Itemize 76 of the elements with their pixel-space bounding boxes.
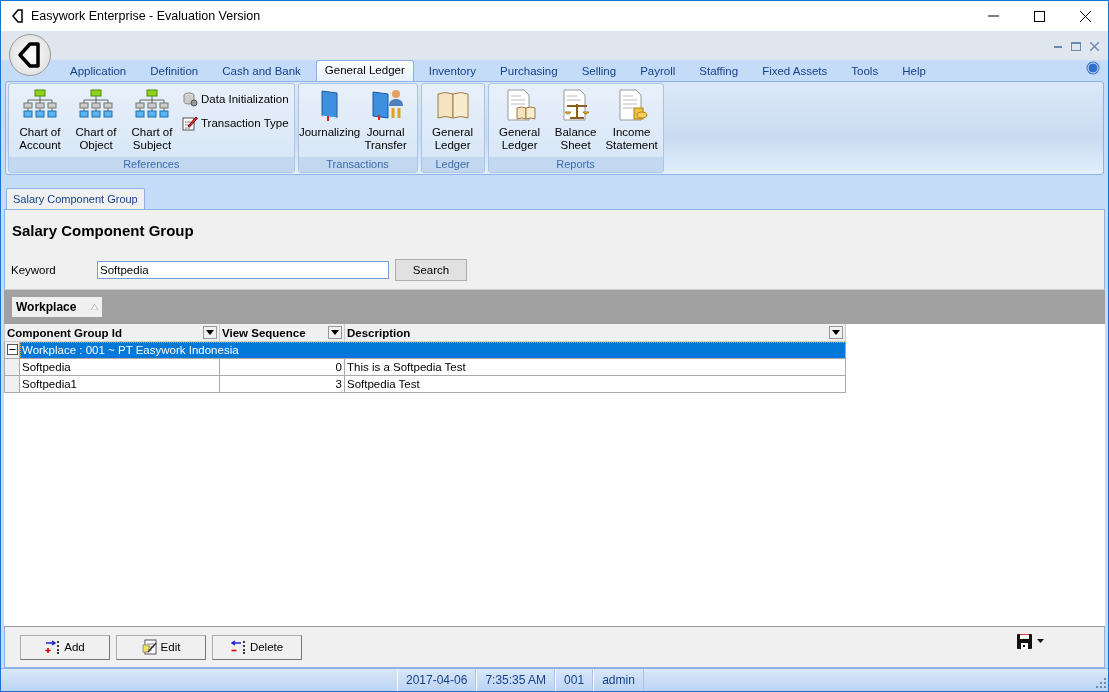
ribbon-button[interactable]: Data Initialization: [180, 90, 291, 108]
child-close-button[interactable]: [1088, 40, 1100, 52]
ribbon-tab[interactable]: General Ledger: [315, 60, 414, 81]
ribbon-tab[interactable]: Help: [893, 61, 935, 81]
caret-icon: [206, 330, 214, 335]
sort-ascending-icon: [91, 304, 98, 310]
action-button[interactable]: Delete: [212, 634, 302, 660]
column-header[interactable]: Component Group Id: [4, 324, 220, 342]
caret-icon: [331, 330, 339, 335]
resize-grip-icon[interactable]: [1096, 678, 1106, 688]
filter-button[interactable]: [203, 326, 217, 339]
group-caption: Transactions: [298, 157, 417, 172]
caret-icon: [1037, 639, 1044, 643]
minimize-icon: [987, 15, 999, 17]
ribbon-button[interactable]: Balance Sheet: [547, 86, 604, 157]
ribbon-button[interactable]: General Ledger: [424, 86, 481, 157]
status-field: admin: [593, 669, 644, 691]
ribbon-tab[interactable]: Cash and Bank: [213, 61, 310, 81]
ribbon-button[interactable]: Journalizing: [301, 86, 358, 157]
app-logo-icon: [11, 9, 25, 23]
maximize-icon: [1033, 10, 1045, 22]
caret-icon: [832, 330, 840, 335]
action-button[interactable]: Edit: [116, 634, 206, 660]
app-logo[interactable]: [9, 34, 51, 76]
document-tab[interactable]: Salary Component Group: [6, 188, 145, 209]
filter-button[interactable]: [328, 326, 342, 339]
ribbon-tab[interactable]: Inventory: [419, 61, 486, 81]
status-field: 001: [555, 669, 594, 691]
ribbon-tab[interactable]: Fixed Assets: [753, 61, 837, 81]
keyword-field[interactable]: Softpedia: [97, 261, 389, 279]
filter-button[interactable]: [829, 326, 843, 339]
table-cell: This is a Softpedia Test: [344, 358, 846, 376]
table-cell: Softpedia: [19, 358, 220, 376]
minimize-icon: [1054, 44, 1062, 48]
ribbon-button[interactable]: General Ledger: [491, 86, 548, 157]
pencil-document-icon: [182, 115, 198, 131]
delete-icon: [230, 640, 247, 654]
group-caption: Reports: [488, 157, 663, 172]
ribbon-button[interactable]: Chart of Account: [12, 86, 68, 157]
table-cell: 3: [219, 375, 345, 393]
column-header[interactable]: View Sequence: [219, 324, 345, 342]
table-cell: Softpedia Test: [344, 375, 846, 393]
ribbon-tab[interactable]: Staffing: [690, 61, 748, 81]
status-field: 2017-04-06: [397, 669, 477, 691]
action-button[interactable]: Add: [20, 634, 110, 660]
child-restore-button[interactable]: [1070, 40, 1082, 52]
ribbon-button[interactable]: Chart of Object: [68, 86, 124, 157]
close-icon: [1089, 41, 1099, 51]
close-icon: [1079, 10, 1091, 22]
ribbon-tab[interactable]: Payroll: [631, 61, 685, 81]
restore-icon: [1071, 41, 1081, 51]
collapse-icon[interactable]: [7, 343, 18, 355]
window-title: Easywork Enterprise - Evaluation Version: [31, 9, 261, 23]
ribbon-button[interactable]: Chart of Subject: [124, 86, 180, 157]
group-caption: References: [9, 157, 294, 172]
edit-document-icon: [141, 639, 158, 655]
add-icon: [45, 640, 62, 654]
table-cell: 0: [219, 358, 345, 376]
group-caption: Ledger: [421, 157, 484, 172]
group-by-chip[interactable]: Workplace: [12, 297, 102, 317]
save-menu-button[interactable]: [1017, 633, 1044, 649]
column-header[interactable]: Description: [344, 324, 846, 342]
ribbon-button[interactable]: Transaction Type: [180, 114, 291, 132]
table-cell: Softpedia1: [19, 375, 220, 393]
search-button[interactable]: Search: [395, 259, 467, 281]
logo-icon: [17, 42, 43, 68]
page-heading: Salary Component Group: [12, 222, 195, 239]
ribbon-tab[interactable]: Application: [61, 61, 136, 81]
ribbon-tab[interactable]: Purchasing: [491, 61, 567, 81]
database-gear-icon: [182, 91, 198, 107]
ribbon-tab[interactable]: Tools: [842, 61, 888, 81]
ribbon-button[interactable]: Income Statement: [603, 86, 660, 157]
keyword-label: Keyword: [11, 264, 57, 276]
ribbon-tab[interactable]: Definition: [141, 61, 208, 81]
status-field: 7:35:35 AM: [476, 669, 556, 691]
ribbon-tab[interactable]: Selling: [572, 61, 626, 81]
